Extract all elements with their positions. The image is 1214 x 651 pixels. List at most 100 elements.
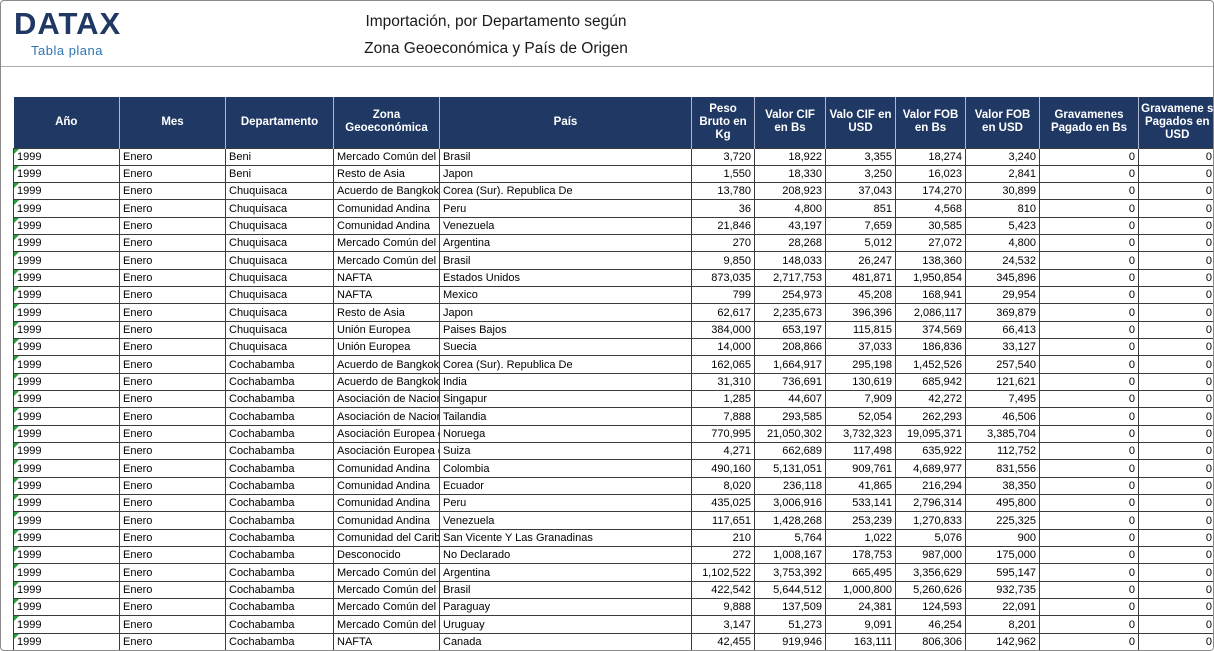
cell-ano[interactable]: 1999 xyxy=(14,460,120,477)
cell-fob_usd[interactable]: 30,899 xyxy=(966,183,1040,200)
cell-peso[interactable]: 9,850 xyxy=(692,252,755,269)
cell-zona[interactable]: Unión Europea xyxy=(334,321,440,338)
cell-pais[interactable]: Peru xyxy=(440,200,692,217)
cell-zona[interactable]: Comunidad Andina xyxy=(334,512,440,529)
cell-grav_bs[interactable]: 0 xyxy=(1040,183,1139,200)
cell-grav_usd[interactable]: 0 xyxy=(1139,564,1214,581)
cell-grav_bs[interactable]: 0 xyxy=(1040,373,1139,390)
cell-departamento[interactable]: Cochabamba xyxy=(226,599,334,616)
cell-grav_usd[interactable]: 0 xyxy=(1139,512,1214,529)
cell-mes[interactable]: Enero xyxy=(120,581,226,598)
cell-zona[interactable]: Acuerdo de Bangkok xyxy=(334,356,440,373)
cell-departamento[interactable]: Beni xyxy=(226,165,334,182)
cell-grav_usd[interactable]: 0 xyxy=(1139,529,1214,546)
cell-pais[interactable]: Paraguay xyxy=(440,599,692,616)
cell-cif_bs[interactable]: 662,689 xyxy=(755,443,826,460)
cell-grav_usd[interactable]: 0 xyxy=(1139,269,1214,286)
cell-zona[interactable]: Asociación de Nacion xyxy=(334,408,440,425)
cell-grav_bs[interactable]: 0 xyxy=(1040,547,1139,564)
cell-pais[interactable]: Japon xyxy=(440,304,692,321)
cell-grav_bs[interactable]: 0 xyxy=(1040,443,1139,460)
cell-peso[interactable]: 1,102,522 xyxy=(692,564,755,581)
cell-cif_usd[interactable]: 115,815 xyxy=(826,321,896,338)
column-header-cif_bs[interactable]: Valor CIF en Bs xyxy=(755,97,826,148)
column-header-fob_bs[interactable]: Valor FOB en Bs xyxy=(896,97,966,148)
column-header-peso[interactable]: Peso Bruto en Kg xyxy=(692,97,755,148)
cell-cif_usd[interactable]: 117,498 xyxy=(826,443,896,460)
cell-ano[interactable]: 1999 xyxy=(14,547,120,564)
cell-peso[interactable]: 9,888 xyxy=(692,599,755,616)
cell-peso[interactable]: 36 xyxy=(692,200,755,217)
cell-fob_bs[interactable]: 635,922 xyxy=(896,443,966,460)
cell-cif_usd[interactable]: 52,054 xyxy=(826,408,896,425)
cell-cif_bs[interactable]: 736,691 xyxy=(755,373,826,390)
cell-peso[interactable]: 8,020 xyxy=(692,477,755,494)
cell-cif_bs[interactable]: 1,428,268 xyxy=(755,512,826,529)
cell-mes[interactable]: Enero xyxy=(120,425,226,442)
cell-cif_usd[interactable]: 7,909 xyxy=(826,391,896,408)
column-header-grav_usd[interactable]: Gravamene s Pagados en USD xyxy=(1139,97,1214,148)
cell-mes[interactable]: Enero xyxy=(120,443,226,460)
cell-grav_usd[interactable]: 0 xyxy=(1139,477,1214,494)
cell-zona[interactable]: Mercado Común del xyxy=(334,252,440,269)
cell-cif_bs[interactable]: 236,118 xyxy=(755,477,826,494)
cell-peso[interactable]: 210 xyxy=(692,529,755,546)
cell-pais[interactable]: Suecia xyxy=(440,339,692,356)
cell-pais[interactable]: Ecuador xyxy=(440,477,692,494)
cell-cif_usd[interactable]: 1,000,800 xyxy=(826,581,896,598)
cell-mes[interactable]: Enero xyxy=(120,564,226,581)
cell-zona[interactable]: Mercado Común del xyxy=(334,581,440,598)
cell-mes[interactable]: Enero xyxy=(120,269,226,286)
cell-fob_bs[interactable]: 27,072 xyxy=(896,235,966,252)
cell-grav_bs[interactable]: 0 xyxy=(1040,564,1139,581)
cell-cif_bs[interactable]: 18,330 xyxy=(755,165,826,182)
cell-grav_bs[interactable]: 0 xyxy=(1040,321,1139,338)
cell-cif_bs[interactable]: 2,235,673 xyxy=(755,304,826,321)
cell-departamento[interactable]: Chuquisaca xyxy=(226,339,334,356)
cell-pais[interactable]: Brasil xyxy=(440,252,692,269)
cell-fob_usd[interactable]: 142,962 xyxy=(966,633,1040,650)
cell-pais[interactable]: India xyxy=(440,373,692,390)
cell-departamento[interactable]: Cochabamba xyxy=(226,356,334,373)
cell-cif_usd[interactable]: 481,871 xyxy=(826,269,896,286)
cell-cif_usd[interactable]: 37,043 xyxy=(826,183,896,200)
cell-grav_usd[interactable]: 0 xyxy=(1139,339,1214,356)
cell-departamento[interactable]: Chuquisaca xyxy=(226,321,334,338)
cell-departamento[interactable]: Cochabamba xyxy=(226,512,334,529)
cell-departamento[interactable]: Cochabamba xyxy=(226,616,334,633)
cell-zona[interactable]: Comunidad Andina xyxy=(334,460,440,477)
cell-zona[interactable]: Resto de Asia xyxy=(334,304,440,321)
cell-grav_usd[interactable]: 0 xyxy=(1139,148,1214,165)
cell-fob_bs[interactable]: 806,306 xyxy=(896,633,966,650)
cell-peso[interactable]: 3,720 xyxy=(692,148,755,165)
cell-peso[interactable]: 162,065 xyxy=(692,356,755,373)
cell-grav_bs[interactable]: 0 xyxy=(1040,252,1139,269)
cell-grav_bs[interactable]: 0 xyxy=(1040,304,1139,321)
cell-cif_bs[interactable]: 5,131,051 xyxy=(755,460,826,477)
cell-cif_usd[interactable]: 37,033 xyxy=(826,339,896,356)
cell-departamento[interactable]: Cochabamba xyxy=(226,477,334,494)
cell-departamento[interactable]: Cochabamba xyxy=(226,633,334,650)
cell-cif_usd[interactable]: 295,198 xyxy=(826,356,896,373)
cell-ano[interactable]: 1999 xyxy=(14,391,120,408)
cell-fob_bs[interactable]: 42,272 xyxy=(896,391,966,408)
cell-departamento[interactable]: Chuquisaca xyxy=(226,287,334,304)
cell-cif_usd[interactable]: 3,250 xyxy=(826,165,896,182)
cell-ano[interactable]: 1999 xyxy=(14,495,120,512)
cell-pais[interactable]: No Declarado xyxy=(440,547,692,564)
cell-fob_usd[interactable]: 33,127 xyxy=(966,339,1040,356)
cell-zona[interactable]: Unión Europea xyxy=(334,339,440,356)
cell-mes[interactable]: Enero xyxy=(120,356,226,373)
cell-ano[interactable]: 1999 xyxy=(14,339,120,356)
cell-ano[interactable]: 1999 xyxy=(14,304,120,321)
cell-fob_bs[interactable]: 16,023 xyxy=(896,165,966,182)
cell-grav_usd[interactable]: 0 xyxy=(1139,599,1214,616)
cell-cif_bs[interactable]: 1,664,917 xyxy=(755,356,826,373)
cell-cif_bs[interactable]: 5,644,512 xyxy=(755,581,826,598)
cell-cif_bs[interactable]: 653,197 xyxy=(755,321,826,338)
cell-zona[interactable]: Desconocido xyxy=(334,547,440,564)
cell-cif_bs[interactable]: 18,922 xyxy=(755,148,826,165)
cell-zona[interactable]: Asociación Europea d xyxy=(334,425,440,442)
cell-pais[interactable]: Argentina xyxy=(440,564,692,581)
cell-cif_usd[interactable]: 909,761 xyxy=(826,460,896,477)
